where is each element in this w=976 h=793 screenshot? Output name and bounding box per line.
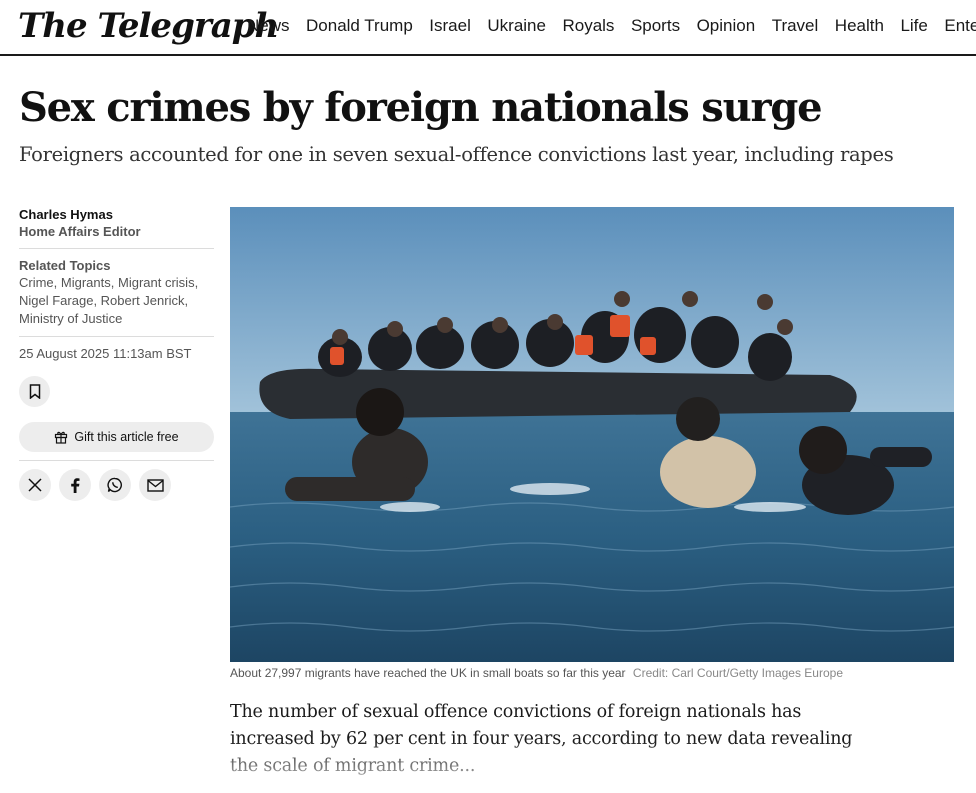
whatsapp-icon xyxy=(107,477,122,493)
nav-item-ukraine[interactable]: Ukraine xyxy=(487,16,546,36)
bookmark-icon xyxy=(29,384,40,399)
topic-link-migrant-crisis[interactable]: Migrant crisis xyxy=(118,275,195,290)
share-email-button[interactable] xyxy=(139,469,171,501)
nav-item-health[interactable]: Health xyxy=(835,16,884,36)
nav-item-travel[interactable]: Travel xyxy=(772,16,819,36)
nav-item-royals[interactable]: Royals xyxy=(562,16,614,36)
email-icon xyxy=(146,478,164,492)
topic-link-crime[interactable]: Crime xyxy=(19,275,54,290)
article-headline: Sex crimes by foreign nationals surge xyxy=(19,84,823,131)
nav-item-life[interactable]: Life xyxy=(900,16,927,36)
nav-item-sports[interactable]: Sports xyxy=(631,16,680,36)
divider xyxy=(19,460,214,461)
divider xyxy=(19,248,214,249)
paywall-fade xyxy=(230,740,870,793)
topic-link-robert-jenrick[interactable]: Robert Jenrick xyxy=(101,293,185,308)
topic-link-nigel-farage[interactable]: Nigel Farage xyxy=(19,293,93,308)
author-role: Home Affairs Editor xyxy=(19,224,141,239)
site-logo[interactable]: The Telegraph xyxy=(18,6,279,46)
topic-link-ministry-of-justice[interactable]: Ministry of Justice xyxy=(19,311,122,326)
divider xyxy=(19,336,214,337)
article-sidebar: Charles Hymas Home Affairs Editor Relate… xyxy=(19,206,214,501)
topic-link-migrants[interactable]: Migrants xyxy=(61,275,111,290)
publish-date: 25 August 2025 11:13am BST xyxy=(19,346,192,361)
related-topics-list: Crime, Migrants, Migrant crisis, Nigel F… xyxy=(19,275,199,326)
nav-item-opinion[interactable]: Opinion xyxy=(697,16,756,36)
nav-item-donald-trump[interactable]: Donald Trump xyxy=(306,16,413,36)
facebook-icon xyxy=(71,477,80,493)
share-whatsapp-button[interactable] xyxy=(99,469,131,501)
gift-article-label: Gift this article free xyxy=(74,430,179,444)
nav-item-entertainment[interactable]: Entertainment xyxy=(944,16,976,36)
bookmark-button[interactable] xyxy=(19,376,50,407)
share-facebook-button[interactable] xyxy=(59,469,91,501)
gift-icon xyxy=(55,431,68,444)
related-topics-label: Related Topics xyxy=(19,258,111,273)
x-icon xyxy=(28,478,42,492)
article-standfirst: Foreigners accounted for one in seven se… xyxy=(19,143,894,166)
image-credit: Credit: Carl Court/Getty Images Europe xyxy=(632,666,843,680)
image-caption: About 27,997 migrants have reached the U… xyxy=(230,666,960,680)
section-nav: News Donald Trump Israel Ukraine Royals … xyxy=(247,16,976,36)
nav-item-israel[interactable]: Israel xyxy=(429,16,471,36)
top-navigation: The Telegraph News Donald Trump Israel U… xyxy=(0,0,976,56)
hero-image xyxy=(230,207,954,662)
share-buttons xyxy=(19,469,214,501)
gift-article-button[interactable]: Gift this article free xyxy=(19,422,214,452)
nav-item-news[interactable]: News xyxy=(247,16,290,36)
share-x-button[interactable] xyxy=(19,469,51,501)
image-caption-text: About 27,997 migrants have reached the U… xyxy=(230,666,626,680)
author-name[interactable]: Charles Hymas xyxy=(19,206,214,223)
